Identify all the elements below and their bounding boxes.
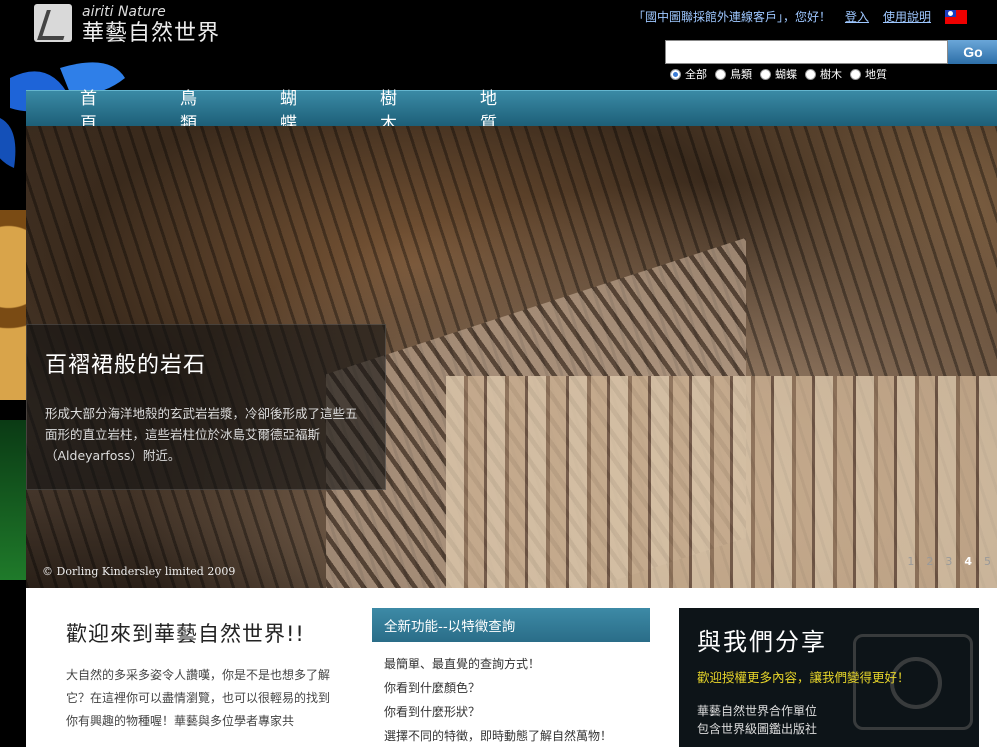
share-line: 包含世界級圖鑑出版社 xyxy=(697,722,818,736)
feature-section: 全新功能--以特徵查詢 最簡單、最直覺的查詢方式！ 你看到什麼顏色？ 你看到什麼… xyxy=(372,608,650,747)
radio-icon[interactable] xyxy=(805,68,816,80)
flag-icon[interactable] xyxy=(945,9,967,24)
welcome-title: 歡迎來到華藝自然世界!! xyxy=(66,622,305,646)
welcome-text: 大自然的多采多姿令人讚嘆，你是不是也想多了解它？在這裡你可以盡情瀏覽，也可以很輕… xyxy=(66,668,331,728)
main-nav: 首 頁 鳥 類 蝴 蝶 樹 木 地 質 xyxy=(26,89,997,134)
radio-icon[interactable] xyxy=(715,68,726,80)
pager-item-active[interactable]: 4 xyxy=(964,555,972,568)
login-link[interactable]: 登入 xyxy=(845,8,869,25)
share-tagline: 歡迎授權更多內容，讓我們變得更好！ xyxy=(697,670,910,685)
feature-item[interactable]: 你看到什麼形狀？ xyxy=(384,700,638,724)
share-banner[interactable]: 與我們分享 歡迎授權更多內容，讓我們變得更好！ 華藝自然世界合作單位 包含世界級… xyxy=(679,608,979,747)
pager-item[interactable]: 2 xyxy=(926,555,933,568)
hero-pager: 1 2 3 4 5 xyxy=(907,555,991,568)
hero-text: 形成大部分海洋地殼的玄武岩岩漿，冷卻後形成了這些五面形的直立岩柱，這些岩柱位於冰… xyxy=(45,406,358,463)
search-input[interactable] xyxy=(665,40,948,64)
share-title: 與我們分享 xyxy=(697,628,827,656)
go-button[interactable]: Go xyxy=(948,40,997,64)
welcome-message: 「國中圖聯採館外連線客戶」，您好！ xyxy=(632,10,831,24)
logo-chinese: 華藝自然世界 xyxy=(82,21,221,46)
pager-item[interactable]: 1 xyxy=(907,555,914,568)
logo-english: airiti Nature xyxy=(82,4,166,20)
radio-icon[interactable] xyxy=(850,68,861,80)
search-bar: Go xyxy=(665,40,997,64)
feature-item[interactable]: 最簡單、最直覺的查詢方式！ xyxy=(384,652,638,676)
hero-banner[interactable]: 百褶裙般的岩石 形成大部分海洋地殼的玄武岩岩漿，冷卻後形成了這些五面形的直立岩柱… xyxy=(26,126,997,588)
top-bar: 「國中圖聯採館外連線客戶」，您好！ 登入 使用說明 xyxy=(633,8,967,25)
hero-title: 百褶裙般的岩石 xyxy=(45,353,207,378)
hero-copyright: © Dorling Kindersley limited 2009 xyxy=(42,565,236,578)
help-link[interactable]: 使用說明 xyxy=(883,8,931,25)
content-area: 歡迎來到華藝自然世界!! 大自然的多采多姿令人讚嘆，你是不是也想多了解它？在這裡… xyxy=(26,588,997,747)
hero-caption: 百褶裙般的岩石 形成大部分海洋地殼的玄武岩岩漿，冷卻後形成了這些五面形的直立岩柱… xyxy=(26,324,386,490)
welcome-section: 歡迎來到華藝自然世界!! 大自然的多采多姿令人讚嘆，你是不是也想多了解它？在這裡… xyxy=(66,618,336,733)
scope-all[interactable]: 全部 xyxy=(670,66,707,82)
scope-butterflies[interactable]: 蝴蝶 xyxy=(760,66,797,82)
search-scope: 全部 鳥類 蝴蝶 樹木 地質 xyxy=(670,66,887,82)
leopard-image xyxy=(0,210,28,400)
radio-icon[interactable] xyxy=(760,68,771,80)
leaf-image xyxy=(0,420,28,580)
feature-header[interactable]: 全新功能--以特徵查詢 xyxy=(372,608,650,642)
page: airiti Nature 華藝自然世界 「國中圖聯採館外連線客戶」，您好！ 登… xyxy=(0,0,997,747)
logo-icon xyxy=(34,4,72,42)
scope-geology[interactable]: 地質 xyxy=(850,66,887,82)
feature-item[interactable]: 選擇不同的特徵，即時動態了解自然萬物！ xyxy=(384,724,638,747)
pager-item[interactable]: 5 xyxy=(984,555,991,568)
share-line: 華藝自然世界合作單位 xyxy=(697,704,818,718)
pager-item[interactable]: 3 xyxy=(945,555,952,568)
feature-item[interactable]: 你看到什麼顏色？ xyxy=(384,676,638,700)
site-logo[interactable]: airiti Nature 華藝自然世界 xyxy=(34,4,220,48)
radio-selected-icon[interactable] xyxy=(670,68,681,80)
scope-birds[interactable]: 鳥類 xyxy=(715,66,752,82)
scope-trees[interactable]: 樹木 xyxy=(805,66,842,82)
